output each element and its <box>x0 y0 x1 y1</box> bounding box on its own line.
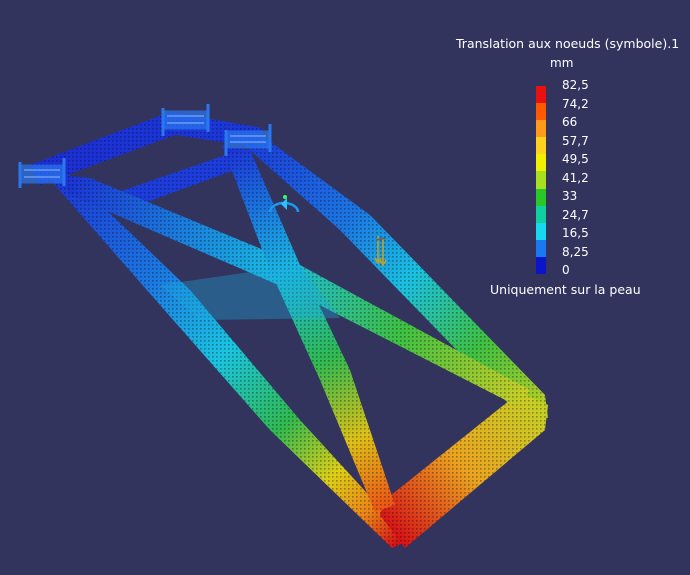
legend-swatch <box>536 256 546 275</box>
displacement-legend: Translation aux noeuds (symbole).1 mm 82… <box>452 36 688 306</box>
legend-swatch <box>536 205 546 223</box>
legend-swatch <box>536 120 546 138</box>
legend-swatch <box>536 154 546 172</box>
legend-tick-label: 16,5 <box>562 226 589 241</box>
legend-tick-label: 49,5 <box>562 152 589 167</box>
legend-swatch <box>536 239 546 257</box>
legend-swatch <box>536 103 546 121</box>
legend-swatch <box>536 222 546 240</box>
legend-tick-label: 74,2 <box>562 96 589 111</box>
legend-swatch <box>536 171 546 189</box>
legend-tick-label: 57,7 <box>562 133 589 148</box>
legend-tick-label: 8,25 <box>562 244 589 259</box>
legend-tick-label: 82,5 <box>562 78 589 92</box>
legend-tick-label: 0 <box>562 263 570 278</box>
legend-swatch <box>536 86 546 104</box>
legend-title: Translation aux noeuds (symbole).1 <box>456 36 680 51</box>
legend-color-bar <box>536 86 546 275</box>
legend-note: Uniquement sur la peau <box>490 282 641 297</box>
legend-tick-label: 33 <box>562 189 578 204</box>
legend-tick-label: 24,7 <box>562 207 589 222</box>
legend-unit: mm <box>550 56 574 70</box>
legend-swatch <box>536 137 546 155</box>
legend-tick-label: 41,2 <box>562 170 589 185</box>
legend-swatch <box>536 188 546 206</box>
legend-tick-label: 66 <box>562 115 578 130</box>
